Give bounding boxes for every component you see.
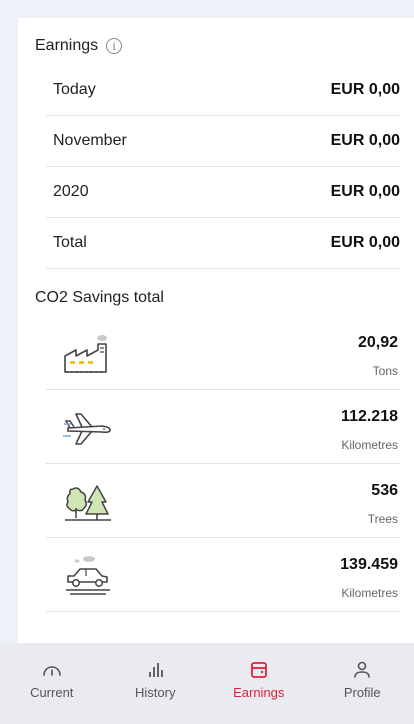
info-icon[interactable]: i [106, 38, 123, 54]
co2-unit: Kilometres [341, 586, 398, 600]
factory-icon [64, 335, 107, 373]
co2-row-airplane: 112.218 Kilometres [46, 390, 400, 464]
earnings-row-value: EUR 0,00 [330, 81, 400, 98]
earnings-row-value: EUR 0,00 [330, 132, 400, 149]
nav-label: Current [30, 685, 74, 700]
nav-item-earnings[interactable]: Earnings [207, 643, 311, 724]
earnings-row-value: EUR 0,00 [330, 234, 400, 251]
main-panel: Earnings i Today EUR 0,00 November EUR 0… [18, 18, 414, 643]
earnings-row-year: 2020 EUR 0,00 [46, 167, 400, 218]
co2-unit: Trees [367, 512, 398, 526]
earnings-title: Earnings [35, 37, 99, 54]
trees-icon [65, 485, 111, 521]
user-icon [354, 661, 371, 678]
airplane-icon [63, 413, 111, 445]
nav-item-profile[interactable]: Profile [311, 643, 414, 724]
co2-unit: Tons [372, 364, 398, 378]
bar-chart-icon [149, 663, 164, 677]
nav-item-current[interactable]: Current [0, 643, 104, 724]
co2-value: 112.218 [341, 408, 398, 425]
earnings-header: Earnings i [35, 37, 123, 55]
co2-row-car: 139.459 Kilometres [46, 538, 400, 612]
co2-unit: Kilometres [341, 438, 398, 452]
earnings-row-label: 2020 [53, 183, 89, 200]
car-icon [66, 556, 110, 595]
co2-value: 139.459 [340, 556, 398, 573]
earnings-row-month: November EUR 0,00 [46, 116, 400, 167]
co2-value: 20,92 [357, 334, 398, 351]
co2-row-trees: 536 Trees [46, 464, 400, 538]
earnings-row-label: Today [53, 81, 96, 98]
earnings-row-label: Total [53, 234, 87, 251]
earnings-row-today: Today EUR 0,00 [46, 65, 400, 116]
wallet-icon [250, 662, 267, 678]
nav-label: Earnings [233, 685, 285, 700]
co2-value: 536 [371, 482, 398, 499]
co2-row-factory: 20,92 Tons [46, 316, 400, 390]
earnings-row-total: Total EUR 0,00 [46, 218, 400, 269]
earnings-row-label: November [53, 132, 127, 149]
nav-item-history[interactable]: History [104, 643, 208, 724]
nav-label: History [135, 685, 176, 700]
co2-header: CO2 Savings total [35, 289, 164, 307]
gauge-icon [42, 666, 61, 676]
co2-title: CO2 Savings total [35, 289, 164, 306]
earnings-row-value: EUR 0,00 [330, 183, 400, 200]
bottom-nav: Current History Earnings Profile [0, 643, 414, 724]
nav-label: Profile [343, 685, 381, 700]
